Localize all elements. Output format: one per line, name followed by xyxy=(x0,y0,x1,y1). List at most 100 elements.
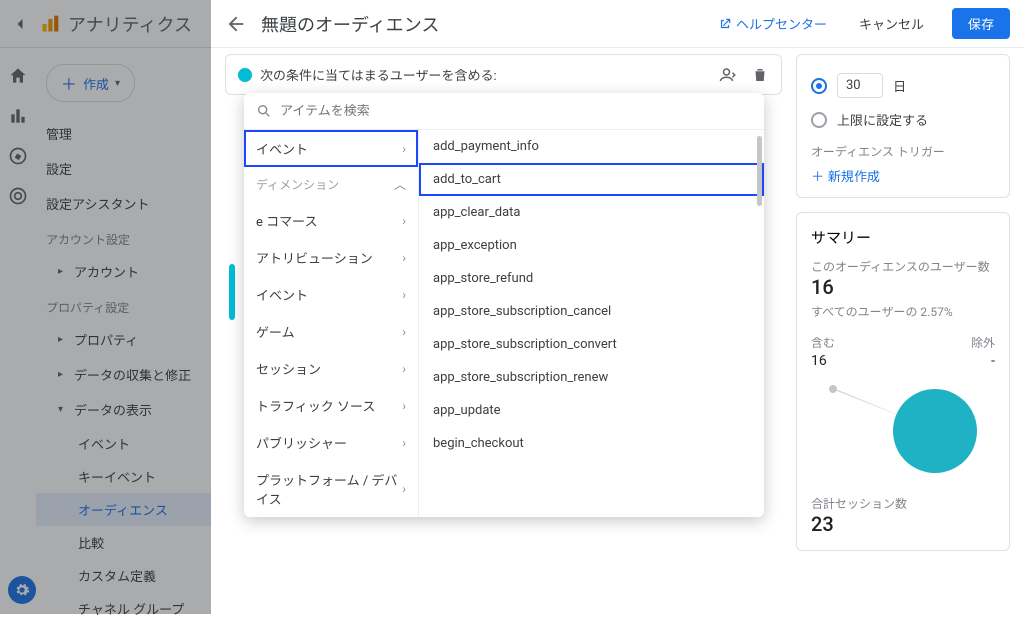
nav-data-display-child[interactable]: イベント xyxy=(36,427,211,460)
item-search-input[interactable] xyxy=(280,104,752,119)
duration-days-input[interactable]: 30 xyxy=(837,73,883,98)
nav-data-display-child[interactable]: オーディエンス xyxy=(36,493,211,526)
caret-right-icon: ▸ xyxy=(58,334,68,345)
audience-title[interactable]: 無題のオーディエンス xyxy=(261,11,439,37)
duration-max-option[interactable]: 上限に設定する xyxy=(811,104,995,135)
sessions-label: 合計セッション数 xyxy=(811,495,995,512)
search-icon xyxy=(256,103,272,119)
radio-checked-icon xyxy=(811,78,827,94)
chevron-up-icon: ︿ xyxy=(394,176,406,193)
picker-event[interactable]: add_to_cart xyxy=(419,163,764,196)
picker-event[interactable]: app_exception xyxy=(419,229,764,262)
chevron-right-icon: › xyxy=(402,436,406,450)
radio-unchecked-icon xyxy=(811,112,827,128)
plus-icon: ＋ xyxy=(61,71,77,95)
nav-settings[interactable]: 設定 xyxy=(36,151,211,186)
nav-setup-assistant[interactable]: 設定アシスタント xyxy=(36,186,211,221)
nav-section-property: プロパティ設定 xyxy=(36,289,211,322)
summary-users-pct: すべてのユーザーの 2.57% xyxy=(811,303,995,320)
picker-event[interactable]: app_store_refund xyxy=(419,262,764,295)
caret-down-icon: ▾ xyxy=(58,404,68,415)
explore-icon[interactable] xyxy=(8,146,28,166)
include-condition-card: 次の条件に当てはまるユーザーを含める: xyxy=(225,54,782,95)
modal-back-arrow-icon[interactable] xyxy=(225,13,247,35)
picker-event[interactable]: app_store_subscription_convert xyxy=(419,328,764,361)
create-label: 作成 xyxy=(83,74,109,93)
chevron-down-icon: ▾ xyxy=(115,78,120,89)
plus-icon: ＋ xyxy=(811,166,824,185)
nav-data-collection[interactable]: ▸データの収集と修正 xyxy=(36,357,211,392)
create-button[interactable]: ＋ 作成 ▾ xyxy=(46,64,135,102)
include-dot-icon xyxy=(238,68,252,82)
picker-event[interactable]: add_payment_info xyxy=(419,130,764,163)
nav-section-account: アカウント設定 xyxy=(36,221,211,254)
nav-data-display-child[interactable]: キーイベント xyxy=(36,460,211,493)
picker-category[interactable]: ディメンション︿ xyxy=(244,167,418,202)
include-col-label: 含む xyxy=(811,334,835,351)
picker-category[interactable]: トラフィック ソース› xyxy=(244,387,418,424)
item-picker-dropdown: イベント›ディメンション︿e コマース›アトリビューション›イベント›ゲーム›セ… xyxy=(244,93,764,517)
picker-category[interactable]: イベント› xyxy=(244,130,418,167)
reports-icon[interactable] xyxy=(8,106,28,126)
membership-settings-card: 30 日 上限に設定する オーディエンス トリガー ＋ 新規作成 xyxy=(796,54,1010,198)
include-count: 16 xyxy=(811,353,827,369)
chevron-right-icon: › xyxy=(402,362,406,376)
exclude-count: - xyxy=(991,353,995,369)
summary-users-label: このオーディエンスのユーザー数 xyxy=(811,258,995,275)
include-label: 次の条件に当てはまるユーザーを含める: xyxy=(260,65,497,84)
picker-category[interactable]: セッション› xyxy=(244,350,418,387)
admin-gear-fab[interactable] xyxy=(8,576,36,604)
summary-card: サマリー このオーディエンスのユーザー数 16 すべてのユーザーの 2.57% … xyxy=(796,212,1010,551)
duration-unit: 日 xyxy=(893,76,906,95)
audience-trigger-label: オーディエンス トリガー xyxy=(811,143,995,160)
caret-right-icon: ▸ xyxy=(58,369,68,380)
chevron-right-icon: › xyxy=(402,325,406,339)
picker-category[interactable]: アトリビューション› xyxy=(244,239,418,276)
chevron-right-icon: › xyxy=(402,251,406,265)
chevron-right-icon: › xyxy=(402,399,406,413)
summary-title: サマリー xyxy=(811,227,995,248)
picker-category[interactable]: ゲーム› xyxy=(244,313,418,350)
picker-category[interactable]: プラットフォーム / デバイス› xyxy=(244,461,418,517)
summary-users-value: 16 xyxy=(811,275,995,299)
analytics-sidebar: アナリティクス ＋ 作成 ▾ 管理 設定 設定アシスタント アカウント設定 ▸ア… xyxy=(0,0,211,614)
nav-admin[interactable]: 管理 xyxy=(36,116,211,151)
open-in-new-icon xyxy=(718,17,732,31)
scope-user-icon[interactable] xyxy=(719,66,737,84)
delete-condition-icon[interactable] xyxy=(751,66,769,84)
caret-right-icon: ▸ xyxy=(58,266,68,277)
nav-property[interactable]: ▸プロパティ xyxy=(36,322,211,357)
sessions-value: 23 xyxy=(811,512,995,536)
picker-event[interactable]: begin_checkout xyxy=(419,427,764,460)
picker-event[interactable]: app_update xyxy=(419,394,764,427)
nav-data-display[interactable]: ▾データの表示 xyxy=(36,392,211,427)
nav-account[interactable]: ▸アカウント xyxy=(36,254,211,289)
summary-donut-chart xyxy=(811,383,995,477)
picker-category[interactable]: パブリッシャー› xyxy=(244,424,418,461)
picker-category[interactable]: イベント› xyxy=(244,276,418,313)
picker-event[interactable]: app_store_subscription_cancel xyxy=(419,295,764,328)
add-trigger-button[interactable]: ＋ 新規作成 xyxy=(811,160,995,185)
nav-data-display-child[interactable]: 比較 xyxy=(36,526,211,559)
nav-data-display-child[interactable]: カスタム定義 xyxy=(36,559,211,592)
chevron-right-icon: › xyxy=(402,288,406,302)
chevron-right-icon: › xyxy=(402,482,406,496)
duration-days-option[interactable]: 30 日 xyxy=(811,67,995,104)
save-button[interactable]: 保存 xyxy=(952,8,1010,39)
home-icon[interactable] xyxy=(8,66,28,86)
help-center-link[interactable]: ヘルプセンター xyxy=(718,14,827,33)
cancel-button[interactable]: キャンセル xyxy=(859,14,924,33)
chevron-right-icon: › xyxy=(402,142,406,156)
exclude-col-label: 除外 xyxy=(971,334,995,351)
picker-event[interactable]: app_store_subscription_renew xyxy=(419,361,764,394)
picker-category[interactable]: e コマース› xyxy=(244,202,418,239)
back-arrow-icon[interactable] xyxy=(8,12,32,36)
nav-data-display-child[interactable]: チャネル グループ xyxy=(36,592,211,625)
chevron-right-icon: › xyxy=(402,214,406,228)
event-list-scrollbar[interactable] xyxy=(757,136,762,206)
picker-event[interactable]: app_clear_data xyxy=(419,196,764,229)
app-title: アナリティクス xyxy=(68,11,192,37)
condition-connector-bar xyxy=(229,264,235,320)
advertising-icon[interactable] xyxy=(8,186,28,206)
analytics-logo-icon xyxy=(40,14,60,34)
